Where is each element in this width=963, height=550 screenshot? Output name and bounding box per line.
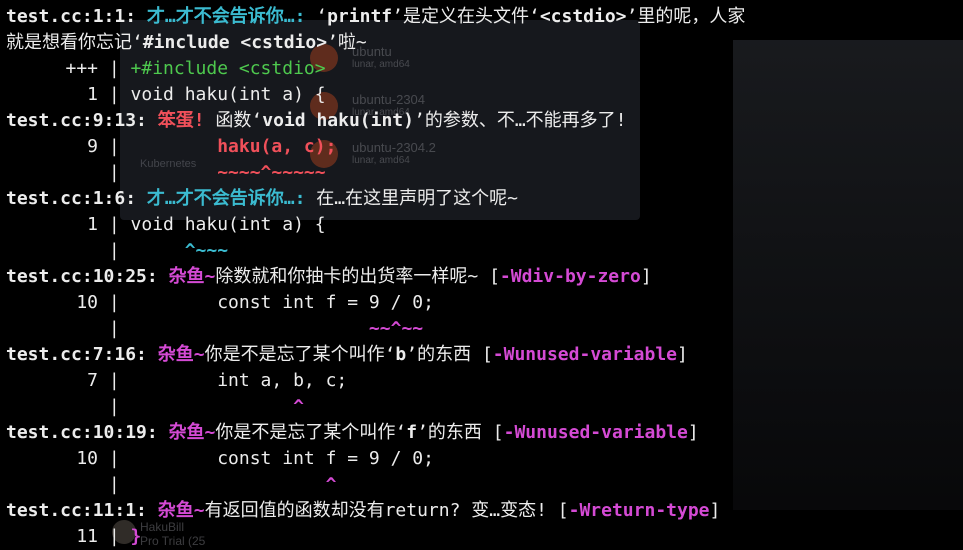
diagnostic-line: test.cc:10:25: 杂鱼~除数就和你抽卡的出货率一样呢~ [-Wdiv… — [6, 266, 652, 287]
diagnostic-line: 就是想看你忘记‘#include <cstdio>’啦~ — [6, 32, 367, 53]
terminal-output: test.cc:1:1: 才…才不会告诉你…: ‘printf’是定义在头文件‘… — [6, 4, 963, 550]
code-line: 7 | int a, b, c; — [87, 370, 348, 391]
code-line: 11 | } — [76, 526, 142, 547]
code-line: 1 | void haku(int a) { — [87, 214, 326, 235]
code-line: +++ | +#include <cstdio> — [65, 58, 326, 79]
code-line: 10 | const int f = 9 / 0; — [76, 292, 434, 313]
diagnostic-line: test.cc:1:1: 才…才不会告诉你…: ‘printf’是定义在头文件‘… — [6, 6, 746, 27]
code-line: 9 | haku(a, c); — [87, 136, 337, 157]
diagnostic-line: test.cc:9:13: 笨蛋! 函数‘void haku(int)’的参数、… — [6, 110, 627, 131]
diagnostic-line: test.cc:10:19: 杂鱼~你是不是忘了某个叫作‘f’的东西 [-Wun… — [6, 422, 699, 443]
diagnostic-line: test.cc:11:1: 杂鱼~有返回值的函数却没有return? 变…变态!… — [6, 500, 721, 521]
diagnostic-line: test.cc:1:6: 才…才不会告诉你…: 在…在这里声明了这个呢~ — [6, 188, 518, 209]
caret-line: | ^ — [98, 396, 304, 417]
caret-line: | ~~^~~ — [98, 318, 424, 339]
diagnostic-line: test.cc:7:16: 杂鱼~你是不是忘了某个叫作‘b’的东西 [-Wunu… — [6, 344, 688, 365]
code-line: 1 | void haku(int a) { — [87, 84, 326, 105]
caret-line: | ^ — [98, 474, 337, 495]
code-line: 10 | const int f = 9 / 0; — [76, 448, 434, 469]
caret-line: | ^~~~ — [98, 240, 229, 261]
caret-line: | ~~~~^~~~~~ — [98, 162, 326, 183]
